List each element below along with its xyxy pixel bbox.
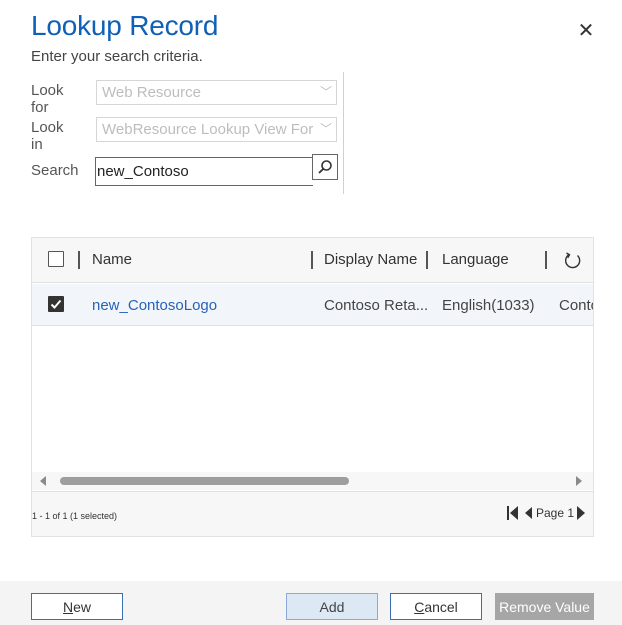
dialog-footer: New Add Cancel Remove Value <box>0 581 622 625</box>
column-divider <box>545 251 547 269</box>
dialog-subtitle: Enter your search criteria. <box>31 48 203 65</box>
search-label: Search <box>31 162 79 179</box>
scroll-left-icon[interactable] <box>40 476 46 486</box>
remove-value-button[interactable]: Remove Value <box>495 593 594 620</box>
column-divider <box>311 251 313 269</box>
scrollbar-thumb[interactable] <box>60 477 349 485</box>
column-divider <box>426 251 428 269</box>
table-row[interactable]: new_ContosoLogo Contoso Reta... English(… <box>32 284 593 326</box>
lookup-record-dialog: Lookup Record Enter your search criteria… <box>0 0 622 625</box>
new-button-label: ew <box>73 598 92 615</box>
row-extra-cell: Conto <box>559 297 593 314</box>
look-for-label: Look for <box>31 82 64 116</box>
page-label: Page 1 <box>536 506 575 520</box>
row-checkbox[interactable] <box>48 296 64 312</box>
chevron-down-icon: ﹀ <box>319 122 332 136</box>
search-button[interactable] <box>312 154 338 180</box>
column-header-name[interactable]: Name <box>92 251 132 268</box>
close-icon[interactable]: ✕ <box>572 16 600 44</box>
look-in-select[interactable]: WebResource Lookup View For ﹀ <box>96 117 337 142</box>
scroll-right-icon[interactable] <box>576 476 582 486</box>
check-icon <box>50 299 62 309</box>
row-display-name: Contoso Reta... <box>324 297 429 314</box>
new-button[interactable]: New <box>31 593 123 620</box>
look-in-value: WebResource Lookup View For <box>102 121 314 138</box>
row-name-link[interactable]: new_ContosoLogo <box>92 297 217 314</box>
results-grid: Name Display Name Language new_ContosoLo… <box>31 237 594 537</box>
row-language: English(1033) <box>442 297 535 314</box>
first-page-icon[interactable] <box>507 506 519 520</box>
pager: Page 1 <box>507 506 586 520</box>
record-count: 1 - 1 of 1 (1 selected) <box>32 511 118 521</box>
search-input[interactable]: new_Contoso <box>95 157 313 186</box>
column-header-language[interactable]: Language <box>442 251 509 268</box>
column-header-display-name[interactable]: Display Name <box>324 251 417 268</box>
grid-header: Name Display Name Language <box>32 238 593 283</box>
cancel-button-label: ancel <box>424 598 458 615</box>
cancel-button-mnemonic: C <box>414 598 425 615</box>
column-divider <box>78 251 80 269</box>
chevron-down-icon: ﹀ <box>319 85 332 99</box>
grid-footer: 1 - 1 of 1 (1 selected) Page 1 <box>32 491 593 536</box>
refresh-icon[interactable] <box>563 251 583 271</box>
dialog-title: Lookup Record <box>31 10 219 41</box>
prev-page-icon[interactable] <box>525 507 532 519</box>
new-button-mnemonic: N <box>62 598 74 615</box>
cancel-button[interactable]: Cancel <box>390 593 482 620</box>
look-for-value: Web Resource <box>102 84 201 101</box>
look-in-label: Look in <box>31 119 64 153</box>
select-all-checkbox[interactable] <box>48 251 64 267</box>
next-page-icon[interactable] <box>577 506 586 520</box>
add-button[interactable]: Add <box>286 593 378 620</box>
form-divider <box>343 72 344 194</box>
search-icon <box>318 160 332 174</box>
horizontal-scrollbar[interactable] <box>32 472 593 490</box>
look-for-select[interactable]: Web Resource ﹀ <box>96 80 337 105</box>
